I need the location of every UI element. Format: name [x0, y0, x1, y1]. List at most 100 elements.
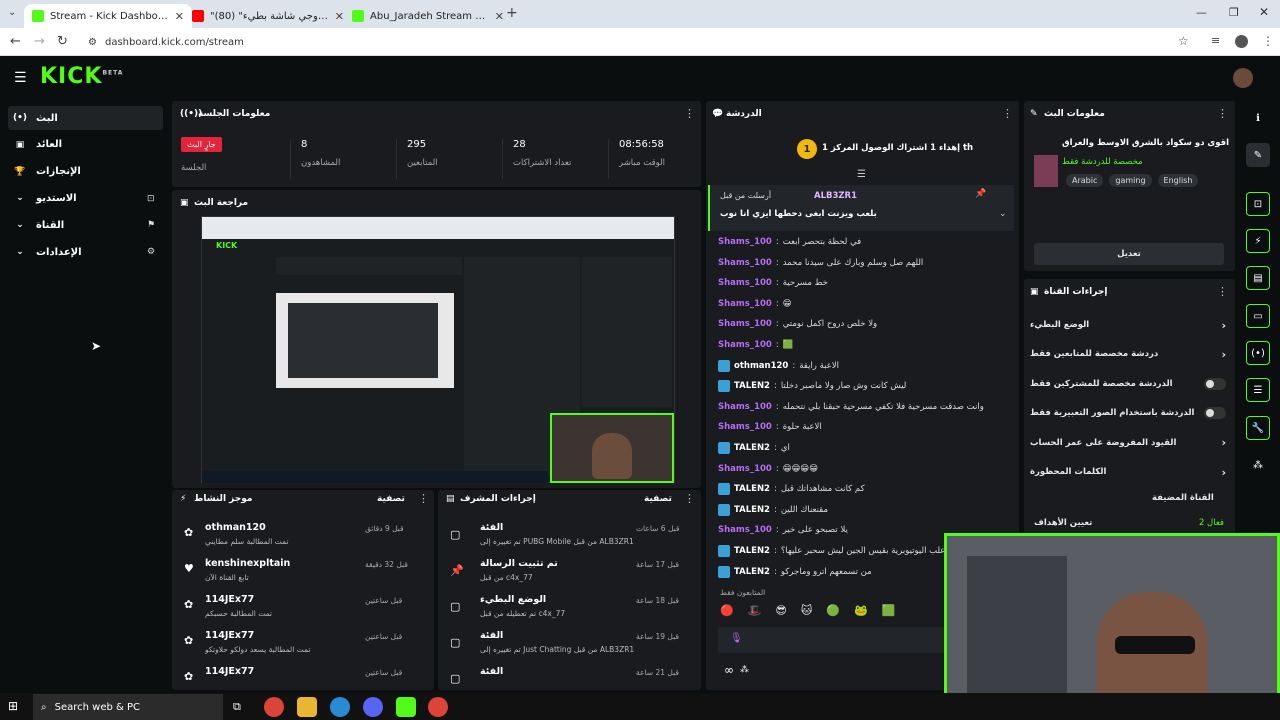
hamburger-icon[interactable]: ☰ — [14, 70, 27, 86]
chat-message[interactable]: Shams_100: 😁😁😁😁 — [718, 460, 1018, 478]
chat-icon[interactable]: ▭ — [1246, 304, 1270, 328]
edit-stream-button[interactable]: تعديل — [1034, 243, 1224, 265]
chat-username[interactable]: Shams_100 — [718, 340, 772, 350]
mod-action-item[interactable]: ▢ الوضع البطيء تم تعطيله من قبل c4x_77 قبل … — [446, 594, 696, 626]
chat-username[interactable]: othman120 — [734, 361, 788, 371]
channel-action-row[interactable]: القيود المفروضة على عمر الحساب › — [1030, 429, 1226, 457]
chat-emote-picker-icon[interactable]: ⁂ — [740, 665, 749, 675]
chat-message[interactable]: TALEN2: ليش كانت وش صار ولا ماصبر دخلتا — [718, 377, 1018, 395]
minimize-icon[interactable]: — — [1196, 6, 1207, 19]
chat-username[interactable]: Shams_100 — [718, 319, 772, 329]
stream-info-menu-icon[interactable]: ⋮ — [1217, 107, 1228, 120]
wrench-icon[interactable]: 🔧 — [1246, 416, 1270, 440]
emote-icon[interactable]: 🐱 — [801, 604, 812, 620]
chat-message[interactable]: TALEN2: مقنعناك اللين — [718, 501, 1018, 519]
close-window-icon[interactable]: ✕ — [1259, 5, 1269, 19]
tab-close-icon[interactable]: ✕ — [175, 10, 184, 23]
browser-tab[interactable]: Stream - Kick Dashboard ✕ — [24, 4, 192, 28]
emote-icon[interactable]: 🟩 — [882, 604, 896, 620]
chat-username[interactable]: Shams_100 — [718, 258, 772, 268]
mod-action-item[interactable]: ▢ الفئة قبل 21 ساعة — [446, 666, 696, 690]
activity-filter-button[interactable]: تصفية — [377, 494, 405, 504]
taskbar-search-box[interactable]: ⌕ Search web & PC — [33, 694, 223, 720]
activity-item[interactable]: ✿ 114JEx77 تمت المطالبة حسبكم قبل ساعتين — [180, 594, 430, 626]
bookmark-star-icon[interactable]: ☆ — [1178, 34, 1189, 48]
reload-icon[interactable]: ↻ — [57, 34, 68, 49]
chat-message[interactable]: othman120: الاعبة رايقة — [718, 357, 1018, 375]
channel-actions-menu-icon[interactable]: ⋮ — [1217, 285, 1228, 298]
chat-username[interactable]: Shams_100 — [718, 525, 772, 535]
channel-action-row[interactable]: الدردشة مخصصة للمشتركين فقط — [1030, 370, 1226, 398]
kick-logo[interactable]: KICKBETA — [40, 64, 123, 89]
chat-message[interactable]: TALEN2: اي — [718, 439, 1018, 457]
sidebar-item[interactable]: ▣ العائد — [8, 133, 163, 157]
chat-message[interactable]: Shams_100: في لحظة بتحصر ابعت — [718, 233, 1018, 251]
browser-tab[interactable]: "بروجي شاشة بطيء" (80) - YouTube ✕ — [184, 4, 352, 28]
channel-action-row[interactable]: دردشة مخصصة للمتابعين فقط › — [1030, 340, 1226, 368]
activity-menu-icon[interactable]: ⋮ — [418, 492, 429, 505]
chat-username[interactable]: Shams_100 — [718, 237, 772, 247]
chat-username[interactable]: Shams_100 — [718, 422, 772, 432]
chat-username[interactable]: TALEN2 — [734, 484, 770, 494]
channel-action-toggle[interactable] — [1204, 407, 1226, 420]
browser-tab[interactable]: Abu_Jaradeh Stream - Watch Live ✕ — [344, 4, 512, 28]
activity-item[interactable]: ♥ kenshinexpltain تابع القناة الآن قبل 32 د… — [180, 558, 430, 590]
new-tab-button[interactable]: + — [506, 5, 518, 21]
task-view-icon[interactable]: ⧉ — [233, 700, 241, 714]
chat-message[interactable]: Shams_100: الاعبة حلوة — [718, 418, 1018, 436]
file-explorer-icon[interactable] — [297, 697, 317, 717]
goal-collapse-icon[interactable]: ☰ — [857, 169, 866, 180]
chat-menu-icon[interactable]: ⋮ — [1002, 107, 1013, 120]
chat-username[interactable]: Shams_100 — [718, 402, 772, 412]
windows-start-icon[interactable]: ⊞ — [8, 699, 18, 713]
tab-close-icon[interactable]: ✕ — [495, 10, 504, 23]
edge-taskbar-icon[interactable] — [330, 697, 350, 717]
back-icon[interactable]: ← — [10, 34, 21, 49]
sidebar-item[interactable]: (•) البث — [8, 106, 163, 130]
extensions-icon[interactable]: ≡ — [1211, 34, 1220, 47]
goals-row[interactable]: تعيين الأهداف فعال 2 — [1034, 518, 1224, 534]
dots-icon[interactable]: ⁂ — [1246, 453, 1270, 477]
pin-icon[interactable]: 📌 — [975, 189, 986, 199]
pinned-expand-icon[interactable]: ⌄ — [999, 209, 1007, 219]
tab-close-icon[interactable]: ✕ — [335, 10, 344, 23]
mod-menu-icon[interactable]: ⋮ — [684, 492, 695, 505]
channel-action-row[interactable]: الكلمات المحظورة › — [1030, 458, 1226, 486]
chat-message[interactable]: Shams_100: خط مسرحية — [718, 274, 1018, 292]
sidebar-item[interactable]: ⌄ الإعدادات — [8, 240, 163, 264]
camera-icon[interactable]: ⊡ — [1246, 192, 1270, 216]
info-icon[interactable]: ℹ — [1246, 106, 1270, 130]
tab-search-icon[interactable]: ⌄ — [8, 7, 16, 18]
emote-icon[interactable]: 😎 — [775, 604, 786, 620]
kick-taskbar-icon[interactable] — [396, 697, 416, 717]
chrome-taskbar-icon[interactable] — [264, 697, 284, 717]
pencil-icon[interactable]: ✎ — [1246, 143, 1270, 167]
chat-username[interactable]: TALEN2 — [734, 443, 770, 453]
list-icon[interactable]: ☰ — [1246, 378, 1270, 402]
chat-message[interactable]: Shams_100: 😁 — [718, 295, 1018, 313]
chat-message[interactable]: Shams_100: اللهم صل وسلم وبارك على سيدنا … — [718, 254, 1018, 272]
emote-icon[interactable]: 🔴 — [720, 604, 734, 620]
chat-username[interactable]: Shams_100 — [718, 464, 772, 474]
bolt-icon[interactable]: ⚡ — [1246, 229, 1270, 253]
sidebar-item[interactable]: 🏆 الإنجازات — [8, 160, 163, 184]
broadcast-icon[interactable]: (•) — [1246, 341, 1270, 365]
channel-action-row[interactable]: الوضع البطيء › — [1030, 311, 1226, 339]
chat-message[interactable]: Shams_100: وانت صدقت مسرحية فلا تكفي مسرح… — [718, 398, 1018, 416]
clipboard-icon[interactable]: ▤ — [1246, 266, 1270, 290]
emote-icon[interactable]: 🎩 — [748, 604, 762, 620]
sidebar-item[interactable]: ⌄ الاستديو — [8, 186, 163, 210]
forward-icon[interactable]: → — [34, 34, 45, 49]
emote-icon[interactable]: 🟢 — [826, 604, 840, 620]
url-input[interactable]: ⚙ dashboard.kick.com/stream — [80, 32, 1200, 52]
chat-infinity-icon[interactable]: ∞ — [724, 663, 734, 677]
chrome-2-taskbar-icon[interactable] — [428, 697, 448, 717]
stream-preview-video[interactable]: KICK — [201, 216, 675, 483]
chat-message[interactable]: Shams_100: 🟩 — [718, 336, 1018, 354]
restore-icon[interactable]: ❐ — [1229, 6, 1239, 19]
chat-username[interactable]: Shams_100 — [718, 278, 772, 288]
site-info-icon[interactable]: ⚙ — [88, 37, 97, 48]
sidebar-item[interactable]: ⌄ القناة — [8, 213, 163, 237]
chat-input[interactable]: 🎙 — [718, 627, 950, 653]
chat-username[interactable]: TALEN2 — [734, 567, 770, 577]
